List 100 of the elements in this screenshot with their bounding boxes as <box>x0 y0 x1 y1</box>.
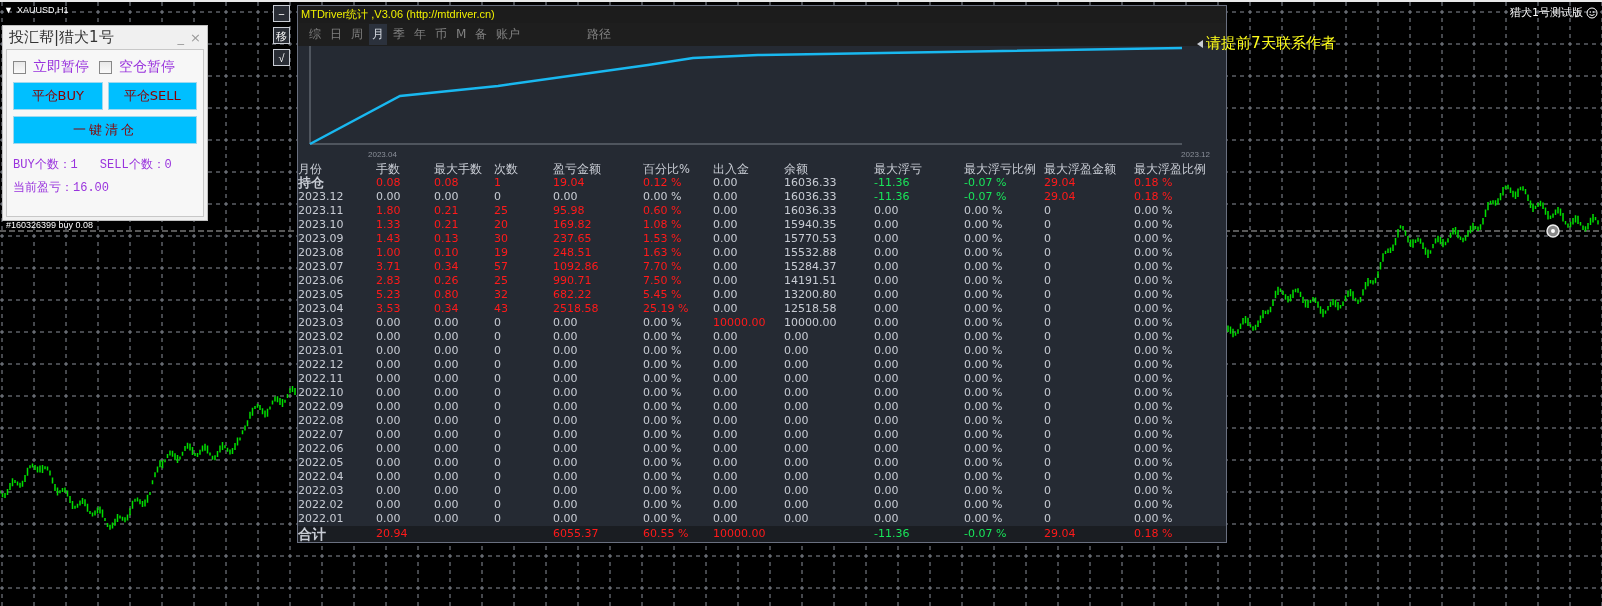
table-cell: 0.00 % <box>964 498 1003 512</box>
table-cell: 15940.35 <box>784 218 837 232</box>
table-cell: 2022.05 <box>298 456 344 470</box>
period-tab[interactable]: 币 <box>432 23 450 45</box>
period-tab[interactable]: 路径 <box>584 23 615 45</box>
table-cell: 25.19 % <box>643 302 689 316</box>
table-cell: 0.00 % <box>964 288 1003 302</box>
menu-glyph[interactable]: ▼ <box>4 5 13 15</box>
table-cell: 0 <box>1044 344 1051 358</box>
table-cell: 0 <box>1044 330 1051 344</box>
table-cell: 0.00 <box>376 330 401 344</box>
table-cell: 0.00 % <box>643 400 682 414</box>
table-cell: 2023.10 <box>298 218 344 232</box>
period-tab[interactable]: 季 <box>390 23 408 45</box>
period-tab[interactable]: 月 <box>369 23 387 45</box>
period-tab[interactable]: 综 <box>306 23 324 45</box>
table-cell: 0 <box>1044 302 1051 316</box>
close-all-button[interactable]: 一键清仓 <box>13 116 197 144</box>
table-cell: 0.00 <box>713 358 738 372</box>
column-header: 月份 <box>298 162 323 176</box>
table-cell: 0.00 <box>874 470 899 484</box>
period-tab[interactable]: 年 <box>411 23 429 45</box>
table-cell: 0.00 <box>376 316 401 330</box>
table-cell: 57 <box>494 260 508 274</box>
table-cell: 2022.03 <box>298 484 344 498</box>
table-cell: 0.00 % <box>1134 218 1173 232</box>
table-cell: 0.00 % <box>643 386 682 400</box>
total-cell: 29.04 <box>1044 526 1076 542</box>
chart-tool-button[interactable]: − <box>273 5 290 22</box>
table-cell: 0.00 <box>376 414 401 428</box>
table-cell: 2023.03 <box>298 316 344 330</box>
table-cell: 1.33 <box>376 218 401 232</box>
table-cell: 0.00 % <box>1134 232 1173 246</box>
table-cell: 0.00 <box>434 316 459 330</box>
table-cell: 0.00 <box>784 358 809 372</box>
table-cell: 0 <box>494 400 501 414</box>
table-cell: 16036.33 <box>784 204 837 218</box>
table-cell: 0.00 % <box>964 512 1003 526</box>
table-cell: 0.13 <box>434 232 459 246</box>
table-cell: 0 <box>1044 232 1051 246</box>
table-cell: 0.00 <box>874 442 899 456</box>
period-tab[interactable]: 账户 <box>493 23 524 45</box>
table-cell: 2022.01 <box>298 512 344 526</box>
table-cell: 0.12 % <box>643 176 682 190</box>
table-cell: 0.00 <box>713 428 738 442</box>
table-cell: 0.00 % <box>964 344 1003 358</box>
table-cell: -0.07 % <box>964 176 1007 190</box>
table-cell: 0.00 <box>713 288 738 302</box>
table-cell: 0.00 % <box>643 498 682 512</box>
period-tab[interactable]: 备 <box>472 23 491 45</box>
table-cell: 0.10 <box>434 246 459 260</box>
table-cell: 2022.11 <box>298 372 344 386</box>
checkbox[interactable] <box>99 60 112 74</box>
total-cell: 10000.00 <box>713 526 766 542</box>
close-position-button[interactable]: 平仓BUY <box>13 82 103 110</box>
table-cell: 0.00 % <box>964 386 1003 400</box>
table-cell: 0.00 <box>784 456 809 470</box>
chart-tool-button[interactable]: 移 <box>273 27 290 44</box>
table-cell: 0.00 % <box>964 316 1003 330</box>
table-cell: 0.00 <box>553 442 578 456</box>
table-cell: 0.00 % <box>1134 470 1173 484</box>
table-cell: 14191.51 <box>784 274 837 288</box>
close-position-button[interactable]: 平仓SELL <box>107 82 197 110</box>
table-cell: 0 <box>1044 386 1051 400</box>
table-cell: 0 <box>1044 456 1051 470</box>
table-cell: 0.00 <box>874 330 899 344</box>
table-cell: 2023.01 <box>298 344 344 358</box>
table-cell: 0.00 <box>874 386 899 400</box>
period-tab[interactable]: M <box>453 25 470 44</box>
table-cell: 0 <box>494 512 501 526</box>
checkbox[interactable] <box>13 60 26 74</box>
minimize-button[interactable]: _ <box>177 29 185 45</box>
table-cell: 0.00 <box>874 484 899 498</box>
table-cell: 0.00 % <box>643 456 682 470</box>
period-tab[interactable]: 日 <box>327 23 345 45</box>
table-cell: 0.00 % <box>964 456 1003 470</box>
period-tab[interactable]: 周 <box>348 23 366 45</box>
table-cell: 0.00 <box>434 190 459 204</box>
table-cell: 0.00 <box>874 288 899 302</box>
order-count: SELL个数：0 <box>99 157 172 173</box>
axis-label: 2023.04 <box>368 149 397 159</box>
table-cell: 2023.05 <box>298 288 344 302</box>
chart-tool-button[interactable]: √ <box>273 49 290 66</box>
close-button[interactable]: × <box>190 29 201 45</box>
table-cell: 持仓 <box>298 176 324 190</box>
table-cell: 2518.58 <box>553 302 599 316</box>
table-cell: 0.00 <box>713 218 738 232</box>
table-cell: 0.00 <box>713 414 738 428</box>
table-cell: 0.00 % <box>964 470 1003 484</box>
total-cell: -11.36 <box>874 526 910 542</box>
table-cell: 2.83 <box>376 274 401 288</box>
table-cell: 2023.02 <box>298 330 344 344</box>
table-cell: 0.00 % <box>964 358 1003 372</box>
table-cell: 0.00 <box>553 400 578 414</box>
table-cell: 0.00 % <box>1134 260 1173 274</box>
table-cell: 0.34 <box>434 260 459 274</box>
table-cell: 0.00 <box>713 442 738 456</box>
table-cell: 0.00 <box>553 484 578 498</box>
symbol-label: XAUUSD,H1 <box>16 5 69 15</box>
table-cell: 0.00 <box>713 498 738 512</box>
